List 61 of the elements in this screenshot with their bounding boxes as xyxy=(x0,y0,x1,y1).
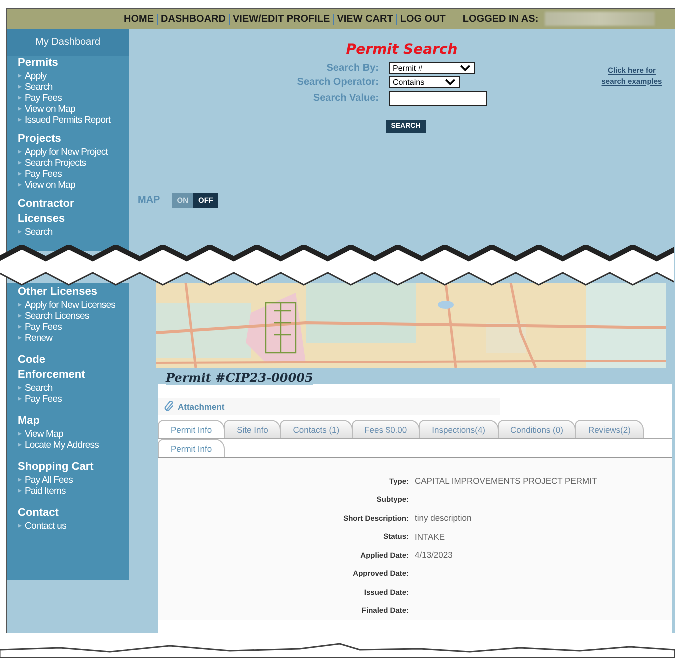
nav-link[interactable]: LOG OUT xyxy=(396,14,449,24)
tab[interactable]: Contacts (1) xyxy=(280,420,353,438)
sidebar-link[interactable]: Search xyxy=(18,383,129,394)
field-label: Search Value: xyxy=(312,92,380,104)
nav-link[interactable]: DASHBOARD xyxy=(157,14,229,24)
attachment-link[interactable]: Attachment xyxy=(178,402,225,412)
tab[interactable]: Conditions (0) xyxy=(498,420,576,438)
sidebar-heading: Contact xyxy=(18,506,60,521)
chevron-down-icon xyxy=(445,78,456,86)
field-label: Search Operator: xyxy=(296,76,380,88)
sidebar-heading: Permits xyxy=(18,56,60,71)
sidebar-heading: Contractor Licenses xyxy=(18,197,76,227)
sidebar-link[interactable]: Apply for New Project xyxy=(18,147,129,158)
nav-link[interactable]: VIEW CART xyxy=(333,14,396,24)
tab[interactable]: Permit Info xyxy=(158,420,226,438)
nav-link[interactable]: HOME xyxy=(121,14,157,24)
select-field[interactable]: Permit # xyxy=(389,62,475,74)
detail-value: CAPITAL IMPROVEMENTS PROJECT PERMIT xyxy=(415,476,598,486)
tab[interactable]: Site Info xyxy=(224,420,282,438)
sidebar-link[interactable]: Search xyxy=(18,227,129,238)
select-field[interactable]: Contains xyxy=(389,76,460,88)
tab[interactable]: Fees $0.00 xyxy=(352,420,420,438)
search-value-field[interactable] xyxy=(389,91,487,106)
tab[interactable]: Reviews(2) xyxy=(575,420,644,438)
sidebar-link[interactable]: Search xyxy=(18,82,129,93)
paperclip-icon xyxy=(164,401,175,412)
sidebar-link[interactable]: Paid Items xyxy=(18,486,129,497)
sidebar-heading: Projects xyxy=(18,132,62,147)
sidebar-link[interactable]: Apply for New Licenses xyxy=(18,300,129,311)
detail-value: 4/13/2023 xyxy=(415,550,453,560)
sidebar-link[interactable]: Locate My Address xyxy=(18,440,129,451)
nav-link[interactable]: VIEW/EDIT PROFILE xyxy=(229,14,334,24)
sidebar-link[interactable]: View on Map xyxy=(18,104,129,115)
permit-title: Permit #CIP23-00005 xyxy=(166,371,314,385)
sidebar-heading: Shopping Cart xyxy=(18,460,95,475)
sidebar-link[interactable]: Search Projects xyxy=(18,158,129,169)
sidebar-link[interactable]: Search Licenses xyxy=(18,311,129,322)
sidebar-heading: Map xyxy=(18,414,41,429)
sidebar-heading: Other Licenses xyxy=(18,285,98,300)
sidebar-link[interactable]: Pay Fees xyxy=(18,93,129,104)
sidebar-heading: Code Enforcement xyxy=(18,353,86,383)
sidebar-link[interactable]: View on Map xyxy=(18,180,129,191)
tab[interactable]: Permit Info xyxy=(158,439,226,457)
sidebar-link[interactable]: Pay All Fees xyxy=(18,475,129,486)
sidebar-link[interactable]: Pay Fees xyxy=(18,169,129,180)
detail-value: INTAKE xyxy=(415,532,446,542)
logged-in-label: LOGGED IN AS: xyxy=(462,14,539,24)
dashboard-link[interactable]: My Dashboard xyxy=(7,29,129,56)
field-label: Search By: xyxy=(326,62,380,74)
sidebar-link[interactable]: Pay Fees xyxy=(18,394,129,405)
page-title: Permit Search xyxy=(345,42,459,58)
sidebar-link[interactable]: View Map xyxy=(18,429,129,440)
sidebar-link[interactable]: Pay Fees xyxy=(18,322,129,333)
sidebar-link[interactable]: Contact us xyxy=(18,521,129,532)
detail-value: tiny description xyxy=(415,513,472,524)
sidebar-link[interactable]: Renew xyxy=(18,333,129,344)
chevron-down-icon xyxy=(460,64,471,72)
map-label: MAP xyxy=(138,195,160,206)
tab[interactable]: Inspections(4) xyxy=(419,420,499,438)
sidebar-link[interactable]: Issued Permits Report xyxy=(18,115,129,126)
sidebar-link[interactable]: Apply xyxy=(18,71,129,82)
